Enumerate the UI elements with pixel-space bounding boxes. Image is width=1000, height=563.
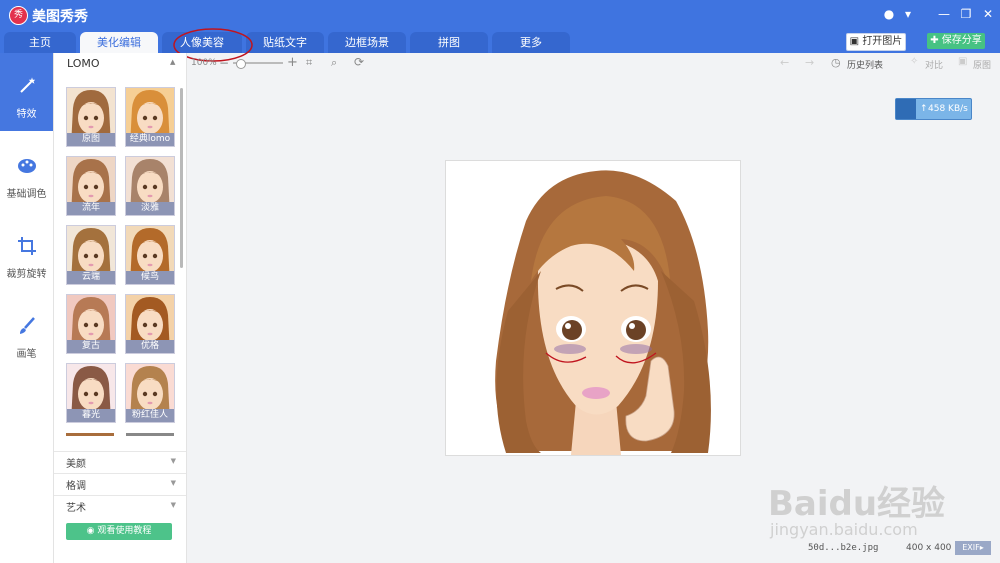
panel-title: LOMO <box>67 57 100 70</box>
image-icon: ▣ <box>849 36 860 47</box>
tab-home[interactable]: 主页 <box>4 32 76 53</box>
rail-item-effects[interactable]: 特效 <box>0 75 53 120</box>
effect-thumb[interactable]: 流年 <box>66 156 116 216</box>
cloud-icon <box>896 99 916 119</box>
history-list-button[interactable]: 历史列表 <box>847 58 883 71</box>
panel-scrollbar[interactable] <box>180 88 183 268</box>
rail-item-crop-rotate[interactable]: 裁剪旋转 <box>0 235 53 280</box>
eye-icon: ◉ <box>86 526 95 536</box>
effect-thumb[interactable]: 经典lomo <box>125 87 175 147</box>
zoom-level: 100% <box>191 58 217 68</box>
effect-label: 经典lomo <box>126 133 174 146</box>
chat-icon[interactable]: ● <box>881 6 897 22</box>
title-bar <box>0 0 1000 30</box>
effect-label: 淡雅 <box>126 202 174 215</box>
magnifier-icon[interactable]: ⌕ <box>331 56 337 70</box>
undo-icon[interactable]: ← <box>780 56 789 69</box>
close-icon[interactable]: ✕ <box>980 6 996 22</box>
compare-button[interactable]: 对比 <box>925 58 943 71</box>
palette-icon <box>17 159 36 173</box>
original-button[interactable]: 原图 <box>973 58 991 71</box>
zoom-slider-handle[interactable] <box>236 59 246 69</box>
watermark-url: jingyan.baidu.com <box>770 520 918 539</box>
section-style[interactable]: 格调 ▼ <box>54 473 186 494</box>
effect-label: 复古 <box>67 340 115 353</box>
file-name: 50d...b2e.jpg <box>808 543 879 553</box>
effect-thumb[interactable]: 优格 <box>125 294 175 354</box>
maximize-icon[interactable]: ❐ <box>958 6 974 22</box>
canvas-image[interactable] <box>445 160 741 456</box>
tab-more[interactable]: 更多 <box>492 32 570 53</box>
effect-label: 云端 <box>67 271 115 284</box>
chevron-down-icon: ▼ <box>170 457 176 465</box>
effect-label: 流年 <box>67 202 115 215</box>
redo-icon[interactable]: → <box>805 56 814 69</box>
effect-label: 暮光 <box>67 409 115 422</box>
rail-item-basic-color[interactable]: 基础调色 <box>0 155 53 200</box>
chevron-down-icon: ▼ <box>170 501 176 509</box>
effect-thumb[interactable]: 复古 <box>66 294 116 354</box>
brush-icon <box>19 317 35 334</box>
exif-button[interactable]: EXIF▸ <box>955 541 991 555</box>
cartoon-girl-illustration <box>495 170 711 455</box>
compare-icon: ✧ <box>910 56 919 67</box>
tutorial-button[interactable]: ◉ 观看使用教程 <box>66 523 172 540</box>
zoom-out-icon[interactable]: − <box>219 56 229 70</box>
collapse-icon[interactable]: ▲ <box>170 58 175 66</box>
effect-label: 候鸟 <box>126 271 174 284</box>
baidu-watermark: Baidu经验 <box>768 484 946 524</box>
clock-icon: ◷ <box>831 56 841 69</box>
open-image-button[interactable]: ▣ 打开图片 <box>846 33 906 51</box>
rail-item-brush[interactable]: 画笔 <box>0 315 53 360</box>
effect-thumb[interactable]: 候鸟 <box>125 225 175 285</box>
effect-label: 粉红佳人 <box>126 409 174 422</box>
effect-thumb[interactable]: 粉红佳人 <box>125 363 175 423</box>
app-title: 美图秀秀 <box>32 9 88 25</box>
save-icon: ✚ <box>930 35 939 46</box>
effect-thumb[interactable]: 云端 <box>66 225 116 285</box>
magic-wand-icon <box>19 77 35 93</box>
effect-label: 原图 <box>67 133 115 146</box>
image-dimensions: 400 x 400 <box>906 543 952 553</box>
effect-thumb[interactable]: 淡雅 <box>125 156 175 216</box>
crop-icon <box>17 237 36 255</box>
speed-badge: ↑ 458 KB/s <box>895 98 972 120</box>
effect-label: 优格 <box>126 340 174 353</box>
up-arrow-icon: ↑ <box>920 104 928 114</box>
original-icon: ▣ <box>958 56 968 67</box>
effect-thumb[interactable]: 暮光 <box>66 363 116 423</box>
save-share-button[interactable]: ✚ 保存分享 <box>927 33 985 49</box>
effect-thumb-partial <box>66 433 114 436</box>
zoom-in-icon[interactable]: + <box>287 55 298 70</box>
tab-collage[interactable]: 拼图 <box>410 32 488 53</box>
fit-icon[interactable]: ⌗ <box>306 56 312 70</box>
effect-thumb[interactable]: 原图 <box>66 87 116 147</box>
effect-thumb-partial <box>126 433 174 436</box>
chevron-down-icon: ▼ <box>170 479 176 487</box>
section-art[interactable]: 艺术 ▼ <box>54 495 186 516</box>
minimize-icon[interactable]: — <box>936 6 952 22</box>
refresh-icon[interactable]: ⟳ <box>354 55 364 69</box>
tab-sticker-text[interactable]: 贴纸文字 <box>246 32 324 53</box>
tab-frame-scene[interactable]: 边框场景 <box>328 32 406 53</box>
tab-beautify[interactable]: 美化编辑 <box>80 32 158 53</box>
app-logo: 秀 <box>9 6 28 25</box>
section-beauty[interactable]: 美颜 ▼ <box>54 451 186 472</box>
menu-icon[interactable]: ▾ <box>900 6 916 22</box>
